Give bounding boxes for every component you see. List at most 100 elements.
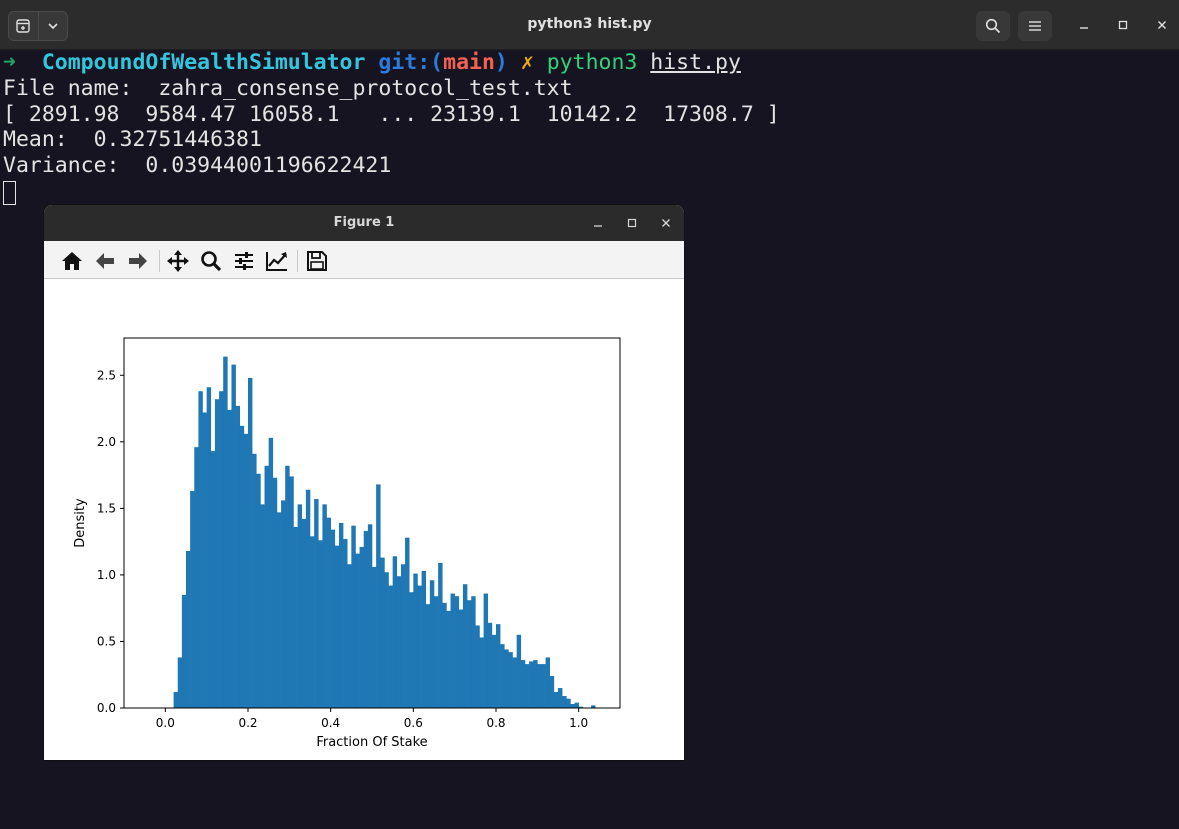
- histogram-bar: [314, 499, 319, 708]
- configure-subplots-button[interactable]: [232, 249, 256, 273]
- histogram-bar: [396, 576, 402, 708]
- histogram-bar: [574, 702, 579, 708]
- histogram-bar: [508, 652, 513, 708]
- histogram-bar: [326, 517, 331, 708]
- histogram-bar: [227, 409, 232, 708]
- histogram-bar: [417, 585, 422, 708]
- y-tick-label: 0.0: [97, 701, 116, 715]
- pan-icon: [167, 250, 189, 272]
- dirty-mark: ✗: [520, 50, 534, 75]
- histogram-bar: [380, 557, 385, 708]
- histogram-bar: [347, 564, 352, 708]
- histogram-bar: [260, 504, 265, 708]
- histogram-bar: [549, 676, 555, 708]
- histogram-bar: [421, 570, 427, 708]
- histogram-bar: [343, 538, 348, 708]
- histogram-bar: [533, 660, 538, 708]
- menu-button[interactable]: [1018, 11, 1052, 41]
- figure-maximize-button[interactable]: [622, 213, 642, 233]
- figure-minimize-button[interactable]: [588, 213, 608, 233]
- histogram-bar: [454, 596, 460, 708]
- hamburger-icon: [1029, 21, 1041, 31]
- x-tick-label: 0.6: [404, 716, 423, 730]
- histogram-bar: [338, 523, 344, 708]
- back-icon: [96, 253, 114, 269]
- histogram-bar: [289, 476, 294, 708]
- histogram-bar: [355, 553, 360, 708]
- histogram-bar: [243, 433, 249, 708]
- terminal-titlebar: python3 hist.py: [0, 0, 1179, 50]
- histogram-bar: [194, 447, 199, 708]
- histogram-bar: [483, 593, 489, 708]
- git-suffix: ): [494, 50, 508, 75]
- histogram-bar: [471, 596, 476, 708]
- output-line: Variance: 0.03944001196622421: [3, 153, 392, 179]
- histogram-bar: [479, 637, 484, 708]
- histogram-bar: [475, 625, 480, 708]
- histogram-bar: [231, 364, 236, 708]
- histogram-bar: [297, 504, 303, 708]
- histogram-bar: [512, 657, 517, 708]
- histogram-bar: [173, 692, 179, 708]
- save-button[interactable]: [305, 249, 329, 273]
- search-icon: [985, 18, 1001, 34]
- histogram-chart: 0.0 0.2 0.4 0.6 0.8 1.0 0.0 0.5 1.0 1.5 2.0 2.5 Fr…: [73, 337, 621, 750]
- close-icon: [1158, 21, 1166, 29]
- plot-canvas[interactable]: 0.0 0.2 0.4 0.6 0.8 1.0 0.0 0.5 1.0 1.5 2.0 2.5 Fr…: [44, 279, 684, 760]
- close-icon: [662, 219, 670, 227]
- histogram-bar: [450, 593, 455, 708]
- x-tick-label: 0.4: [321, 716, 340, 730]
- figure-close-button[interactable]: [656, 213, 676, 233]
- histogram-bar: [330, 529, 336, 708]
- y-tick-label: 1.0: [97, 568, 116, 582]
- output-line: [ 2891.98 9584.47 16058.1 ... 23139.1 10…: [3, 101, 780, 127]
- terminal-cursor: [3, 181, 16, 205]
- home-button[interactable]: [60, 249, 84, 273]
- histogram-bar: [520, 660, 526, 708]
- histogram-bar: [413, 573, 418, 708]
- histogram-bar: [537, 664, 542, 708]
- output-line: File name: zahra_consense_protocol_test.…: [3, 75, 573, 101]
- maximize-button[interactable]: [1112, 14, 1134, 36]
- close-button[interactable]: [1151, 14, 1173, 36]
- histogram-bar: [529, 661, 534, 708]
- histogram-bar: [198, 391, 203, 708]
- histogram-bar: [500, 644, 505, 708]
- histogram-bar: [256, 473, 261, 708]
- x-tick-label: 0.8: [486, 716, 505, 730]
- y-tick-label: 2.5: [97, 368, 116, 382]
- terminal-output[interactable]: ➜ CompoundOfWealthSimulator git:(main) ✗…: [3, 50, 780, 179]
- git-branch: main: [443, 50, 495, 75]
- histogram-bar: [181, 594, 187, 708]
- maximize-icon: [627, 218, 637, 228]
- prompt-line: ➜ CompoundOfWealthSimulator git:(main) ✗…: [3, 50, 780, 76]
- x-axis-label: Fraction Of Stake: [316, 735, 427, 750]
- histogram-bar: [458, 609, 464, 708]
- pan-button[interactable]: [166, 249, 190, 273]
- back-button[interactable]: [93, 249, 117, 273]
- y-tick-label: 2.0: [97, 435, 116, 449]
- minimize-button[interactable]: [1073, 14, 1095, 36]
- histogram-bar: [268, 437, 274, 708]
- y-tick-label: 1.5: [97, 501, 116, 515]
- zoom-button[interactable]: [199, 249, 223, 273]
- histogram-bar: [566, 698, 571, 708]
- histogram-bar: [202, 412, 207, 708]
- histogram-bar: [177, 657, 183, 708]
- histogram-bar: [446, 610, 451, 708]
- edit-axis-button[interactable]: [265, 249, 289, 273]
- histogram-bar: [553, 692, 559, 708]
- forward-button[interactable]: [126, 249, 150, 273]
- search-button[interactable]: [976, 11, 1010, 41]
- save-icon: [307, 251, 327, 271]
- minimize-icon: [594, 225, 602, 227]
- edit-axis-icon: [266, 252, 287, 271]
- histogram-bar: [186, 550, 191, 708]
- histogram-bar: [392, 556, 398, 708]
- histogram-bar: [239, 425, 245, 708]
- histogram-bar: [190, 491, 195, 708]
- figure-titlebar[interactable]: Figure 1: [44, 205, 684, 241]
- histogram-bar: [351, 525, 356, 708]
- histogram-bar: [462, 584, 468, 708]
- histogram-bar: [570, 704, 575, 708]
